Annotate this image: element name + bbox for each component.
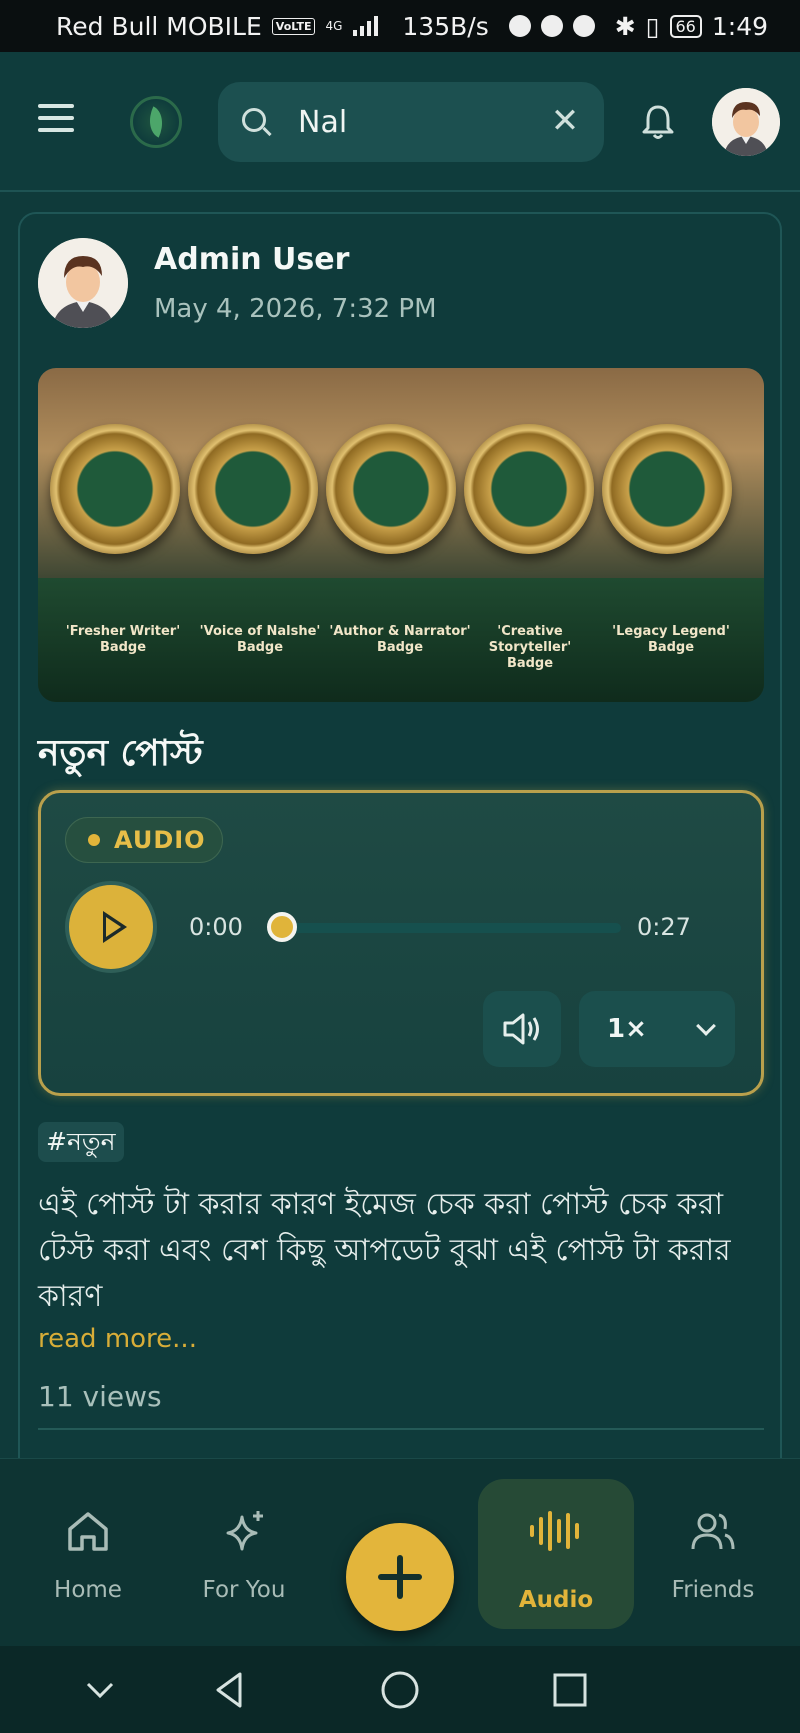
search-bar: ✕	[218, 82, 604, 162]
search-input[interactable]	[298, 100, 518, 144]
volte-badge: VoLTE	[271, 17, 316, 35]
chevron-down-icon[interactable]	[78, 1668, 122, 1712]
avatar[interactable]	[712, 88, 780, 156]
nav-label: Home	[54, 1577, 122, 1603]
network-speed: 135B/s	[402, 11, 489, 41]
sparkle-icon	[226, 1511, 263, 1551]
badge-legacy-legend	[598, 394, 736, 584]
nav-label: Audio	[518, 1587, 594, 1613]
nav-home[interactable]: Home	[18, 1459, 158, 1647]
home-icon	[68, 1512, 108, 1551]
audio-progress-track[interactable]	[269, 923, 621, 933]
bluetooth-icon: ✱	[614, 11, 636, 41]
volume-icon	[503, 1013, 539, 1045]
app-bar: ✕	[0, 52, 800, 192]
author-avatar[interactable]	[38, 238, 128, 328]
badge-caption: 'Author & Narrator' Badge	[329, 624, 471, 655]
badge-caption: 'Creative Storyteller' Badge	[488, 624, 572, 671]
post-date: May 4, 2026, 7:32 PM	[154, 294, 437, 324]
battery-icon: 66	[669, 14, 702, 38]
network-type: 4G	[325, 19, 343, 33]
play-button[interactable]	[65, 881, 157, 973]
bell-icon[interactable]	[638, 102, 678, 142]
app-notification-icon	[572, 15, 595, 37]
menu-icon[interactable]	[38, 104, 74, 134]
messenger-icon	[508, 15, 531, 37]
badge-creative-storyteller	[460, 394, 598, 584]
badge-caption: 'Legacy Legend' Badge	[612, 624, 730, 655]
badge-caption: 'Voice of Nalshe' Badge	[199, 624, 321, 655]
audio-progress-thumb[interactable]	[267, 912, 297, 942]
close-icon[interactable]: ✕	[550, 104, 580, 138]
audio-dot-icon	[88, 834, 100, 846]
nav-friends[interactable]: Friends	[643, 1459, 783, 1647]
status-bar: Red Bull MOBILE VoLTE 4G 135B/s ✱ ▯ 66 1…	[0, 0, 800, 52]
hashtag-chip[interactable]: #নতুন	[38, 1122, 124, 1162]
back-icon[interactable]	[208, 1668, 252, 1712]
badge-voice-of-nalshe	[184, 394, 322, 584]
signal-icon	[353, 16, 379, 36]
read-more-link[interactable]: read more...	[38, 1324, 197, 1354]
playback-speed-select[interactable]: 1×	[579, 991, 735, 1067]
badge-caption: 'Fresher Writer' Badge	[65, 624, 181, 655]
recents-icon[interactable]	[548, 1668, 592, 1712]
facebook-icon	[540, 15, 563, 37]
audio-waveform-icon	[530, 1511, 579, 1551]
audio-label: AUDIO	[114, 826, 206, 854]
vibrate-icon: ▯	[645, 11, 660, 41]
post-body: এই পোস্ট টা করার কারণ ইমেজ চেক করা পোস্ট…	[38, 1187, 731, 1314]
volume-button[interactable]	[483, 991, 561, 1067]
current-time: 0:00	[189, 913, 243, 941]
audio-player: AUDIO 0:00 0:27 1×	[38, 790, 764, 1096]
carrier-name: Red Bull MOBILE	[56, 11, 262, 41]
search-icon	[242, 108, 266, 132]
playback-speed-value: 1×	[607, 1014, 647, 1044]
chevron-down-icon	[696, 1016, 716, 1036]
create-post-button[interactable]	[346, 1523, 454, 1631]
play-icon-inner	[106, 917, 121, 937]
system-nav-bar	[0, 1646, 800, 1733]
total-time: 0:27	[637, 913, 691, 941]
badge-fresher-writer	[46, 394, 184, 584]
audio-badge: AUDIO	[65, 817, 223, 863]
app-logo[interactable]	[130, 96, 182, 148]
home-circle-icon[interactable]	[378, 1668, 422, 1712]
nav-label: Friends	[671, 1577, 755, 1603]
author-name[interactable]: Admin User	[154, 242, 349, 277]
clock: 1:49	[711, 11, 768, 41]
plus-icon-bar	[378, 1574, 422, 1580]
nav-label: For You	[202, 1577, 286, 1603]
view-count: 11 views	[38, 1380, 162, 1413]
post-card: Admin User May 4, 2026, 7:32 PM 'Fresher…	[18, 212, 782, 1512]
users-icon	[691, 1513, 735, 1550]
divider	[38, 1428, 764, 1430]
nav-for-you[interactable]: For You	[174, 1459, 314, 1647]
nav-audio[interactable]: Audio	[478, 1479, 634, 1629]
bottom-nav: Home For You Audio Friends	[0, 1458, 800, 1646]
post-title: নতুন পোস্ট	[38, 733, 203, 774]
post-image[interactable]: 'Fresher Writer' Badge 'Voice of Nalshe'…	[38, 368, 764, 702]
badge-author-narrator	[322, 394, 460, 584]
